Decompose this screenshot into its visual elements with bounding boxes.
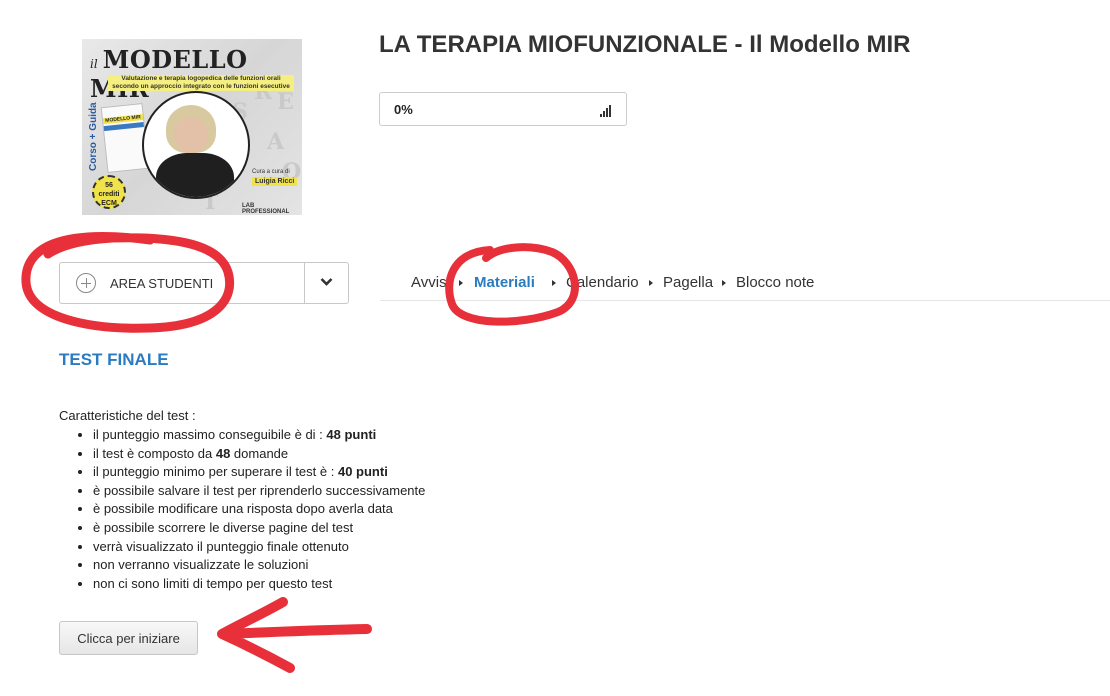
start-test-button[interactable]: Clicca per iniziare [59,621,198,655]
list-item: il punteggio massimo conseguibile è di :… [93,426,425,445]
cover-author: Cura a cura di Luigia Ricci [252,169,298,186]
cover-subtitle: Valutazione e terapia logopedica delle f… [108,75,294,91]
features-intro: Caratteristiche del test : [59,408,196,423]
cover-ecm-badge: 56 crediti ECM [92,175,126,209]
tab-calendario[interactable]: Calendario [566,274,639,291]
list-item: non ci sono limiti di tempo per questo t… [93,575,425,594]
caret-right-icon [722,280,726,286]
list-item: verrà visualizzato il punteggio finale o… [93,538,425,557]
tab-avvisi[interactable]: Avvisi [411,274,450,291]
caret-right-icon [552,280,556,286]
signal-bars-icon [600,103,614,117]
caret-right-icon [649,280,653,286]
cover-brand-prefix: il [90,57,98,71]
course-title: LA TERAPIA MIOFUNZIONALE - Il Modello MI… [379,31,911,58]
progress-percent: 0% [394,102,413,117]
area-studenti-dropdown[interactable]: AREA STUDENTI [59,262,349,304]
tab-materiali[interactable]: Materiali [474,274,535,291]
cover-brand-name: MODELLO MIR [90,45,248,103]
test-features: Caratteristiche del test : il punteggio … [59,408,425,593]
caret-right-icon [459,280,463,286]
course-progress: 0% [379,92,627,126]
list-item: è possibile salvare il test per riprende… [93,482,425,501]
cover-side-text: Corso + Guida [88,102,99,171]
course-tabs: Avvisi Materiali Calendario Pagella Bloc… [380,274,1110,301]
chevron-down-icon [320,278,333,286]
cover-publisher: LAB PROFESSIONAL [242,203,290,215]
annotation-arrow [217,597,372,673]
area-studenti-toggle[interactable] [304,263,348,303]
tab-blocco-note[interactable]: Blocco note [736,274,814,291]
list-item: è possibile scorrere le diverse pagine d… [93,519,425,538]
plus-circle-icon [76,273,96,293]
list-item: il test è composto da 48 domande [93,445,425,464]
list-item: è possibile modificare una risposta dopo… [93,500,425,519]
cover-author-name: Luigia Ricci [252,177,298,186]
cover-author-photo [142,91,250,199]
features-list: il punteggio massimo conseguibile è di :… [59,426,425,593]
course-cover-image: SA RE TO il MODELLO MIR® Valutazione e t… [82,39,302,215]
tab-pagella[interactable]: Pagella [663,274,713,291]
cover-author-prefix: Cura a cura di [252,169,290,175]
list-item: non verranno visualizzate le soluzioni [93,556,425,575]
test-title: TEST FINALE [59,350,169,369]
list-item: il punteggio minimo per superare il test… [93,463,425,482]
area-studenti-label: AREA STUDENTI [110,276,214,291]
